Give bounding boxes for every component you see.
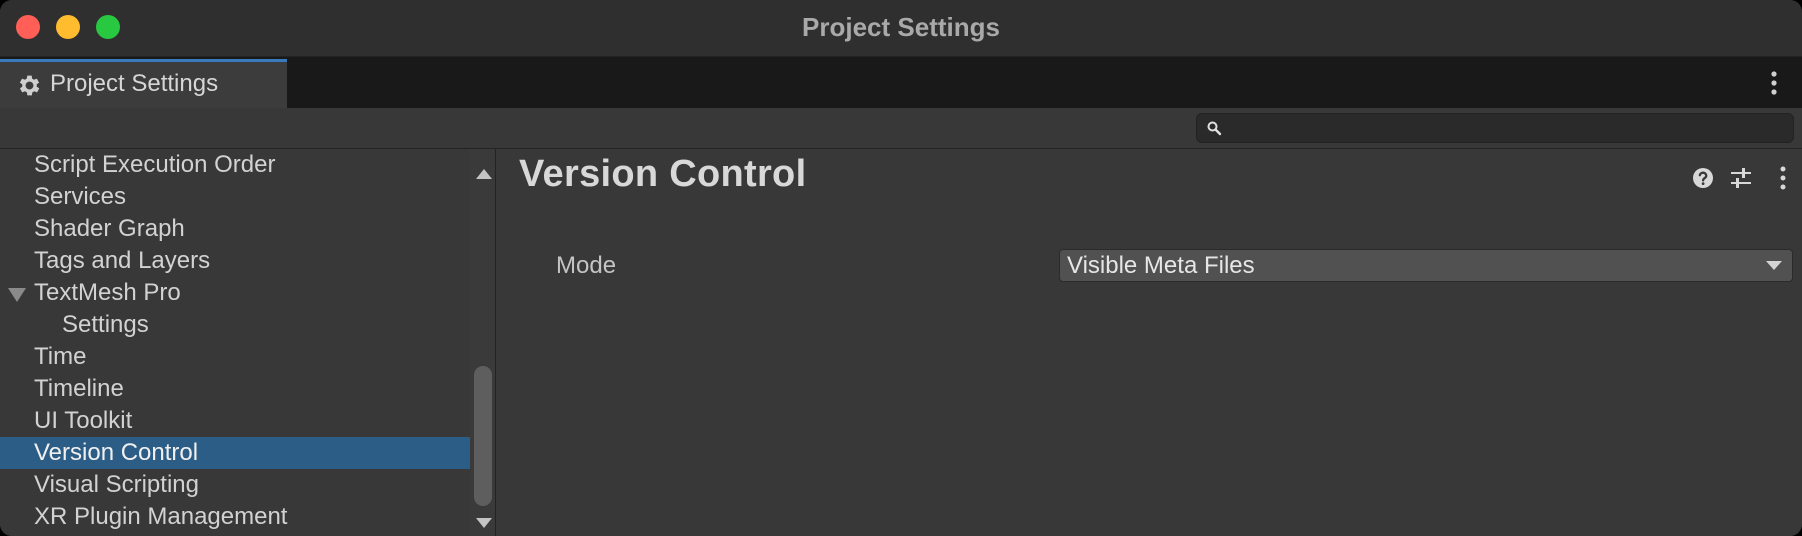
help-icon[interactable] <box>1690 165 1716 191</box>
tab-label: Project Settings <box>50 70 219 97</box>
settings-inspector: Version Control Mode Visible Meta Files <box>497 149 1802 536</box>
scroll-down-arrow-icon[interactable] <box>476 518 492 528</box>
mode-dropdown[interactable]: Visible Meta Files <box>1059 249 1793 282</box>
page-title: Version Control <box>519 153 807 195</box>
sidebar-item-textmesh-pro-settings[interactable]: Settings <box>0 309 470 341</box>
settings-category-list: Script Execution Order Services Shader G… <box>0 149 470 533</box>
sidebar-item-timeline[interactable]: Timeline <box>0 373 470 405</box>
sidebar-item-textmesh-pro[interactable]: TextMesh Pro <box>0 277 470 309</box>
sidebar-item-label: Settings <box>62 311 149 338</box>
settings-sidebar: Script Execution Order Services Shader G… <box>0 149 496 536</box>
scroll-up-arrow-icon[interactable] <box>476 169 492 179</box>
search-field[interactable] <box>1196 113 1794 144</box>
tab-strip: Project Settings <box>0 57 1802 108</box>
gear-icon <box>19 75 40 96</box>
sidebar-item-label: Tags and Layers <box>34 247 211 274</box>
tab-more-icon[interactable] <box>1770 70 1778 96</box>
sidebar-scrollbar[interactable] <box>470 149 495 536</box>
mode-dropdown-value: Visible Meta Files <box>1067 252 1255 279</box>
sidebar-item-label: UI Toolkit <box>34 407 133 434</box>
search-icon <box>1207 121 1222 136</box>
sidebar-item-label: Time <box>34 343 87 370</box>
sidebar-item-tags-and-layers[interactable]: Tags and Layers <box>0 245 470 277</box>
sidebar-item-label: Script Execution Order <box>34 151 276 178</box>
more-options-icon[interactable] <box>1778 165 1788 191</box>
sidebar-item-shader-graph[interactable]: Shader Graph <box>0 213 470 245</box>
sidebar-item-label: Services <box>34 183 127 210</box>
sidebar-item-time[interactable]: Time <box>0 341 470 373</box>
title-bar: Project Settings <box>0 0 1802 57</box>
sidebar-item-label: TextMesh Pro <box>34 279 181 306</box>
sidebar-item-label: Visual Scripting <box>34 471 199 498</box>
sidebar-item-services[interactable]: Services <box>0 181 470 213</box>
window-title: Project Settings <box>802 12 1000 42</box>
sidebar-item-xr-plugin-management[interactable]: XR Plugin Management <box>0 501 470 533</box>
mode-label: Mode <box>556 252 617 279</box>
sidebar-item-visual-scripting[interactable]: Visual Scripting <box>0 469 470 501</box>
sidebar-item-label: Timeline <box>34 375 124 402</box>
scrollbar-thumb[interactable] <box>474 366 492 506</box>
project-settings-window: Project Settings Project Settings Script <box>0 0 1802 536</box>
chevron-down-icon <box>1766 261 1782 270</box>
sidebar-item-label: XR Plugin Management <box>34 503 288 530</box>
sidebar-item-ui-toolkit[interactable]: UI Toolkit <box>0 405 470 437</box>
sidebar-item-version-control[interactable]: Version Control <box>0 437 470 469</box>
presets-icon[interactable] <box>1728 165 1754 191</box>
sidebar-item-label: Shader Graph <box>34 215 185 242</box>
expand-arrow-icon[interactable] <box>8 288 26 302</box>
tab-project-settings[interactable]: Project Settings <box>0 59 287 108</box>
sidebar-item-script-execution-order[interactable]: Script Execution Order <box>0 149 470 181</box>
sidebar-item-label: Version Control <box>34 439 199 466</box>
search-input[interactable] <box>1227 114 1791 144</box>
settings-toolbar <box>0 108 1802 149</box>
